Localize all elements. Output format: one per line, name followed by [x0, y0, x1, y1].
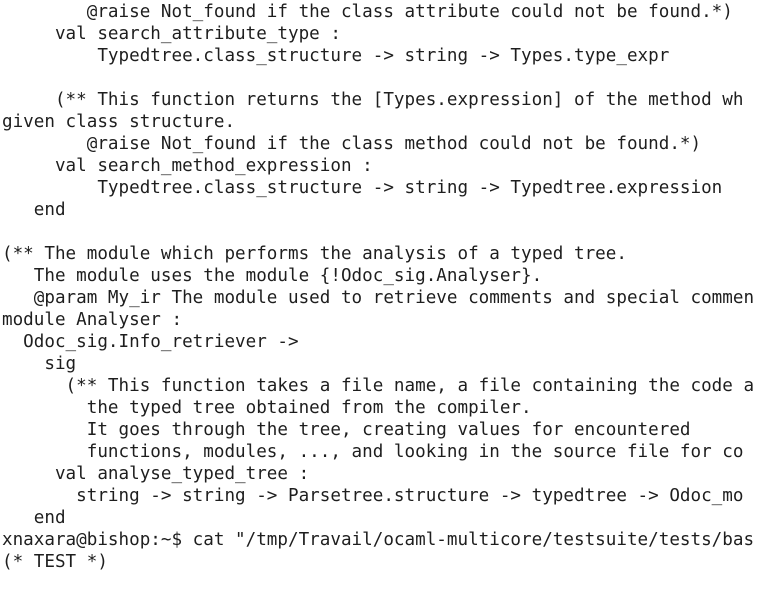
terminal-line: val search_attribute_type : [2, 24, 341, 44]
shell-prompt-line[interactable]: xnaxara@bishop:~$ cat "/tmp/Travail/ocam… [2, 529, 782, 551]
terminal-line: (* TEST *) [2, 552, 108, 572]
terminal-line: @raise Not_found if the class attribute … [2, 2, 733, 22]
terminal-window[interactable]: @raise Not_found if the class attribute … [0, 0, 782, 597]
terminal-line: module Analyser : [2, 310, 183, 330]
terminal-line: (** This function returns the [Types.exp… [2, 90, 744, 110]
terminal-line: Typedtree.class_structure -> string -> T… [2, 178, 723, 198]
terminal-line: (** The module which performs the analys… [2, 244, 627, 264]
terminal-line: It goes through the tree, creating value… [2, 420, 691, 440]
terminal-line: @param My_ir The module used to retrieve… [2, 288, 755, 308]
terminal-line: the typed tree obtained from the compile… [2, 398, 532, 418]
terminal-output: @raise Not_found if the class attribute … [2, 1, 782, 573]
terminal-line: string -> string -> Parsetree.structure … [2, 486, 744, 506]
terminal-line: end [2, 508, 66, 528]
terminal-line: Typedtree.class_structure -> string -> T… [2, 46, 670, 66]
terminal-line: @raise Not_found if the class method cou… [2, 134, 702, 154]
terminal-line: end [2, 200, 66, 220]
terminal-line: The module uses the module {!Odoc_sig.An… [2, 266, 543, 286]
terminal-line: given class structure. [2, 112, 236, 132]
terminal-line: sig [2, 354, 77, 374]
terminal-line: Odoc_sig.Info_retriever -> [2, 332, 299, 352]
terminal-line: functions, modules, ..., and looking in … [2, 442, 744, 462]
terminal-line: val search_method_expression : [2, 156, 373, 176]
terminal-line: val analyse_typed_tree : [2, 464, 310, 484]
terminal-line: (** This function takes a file name, a f… [2, 376, 755, 396]
